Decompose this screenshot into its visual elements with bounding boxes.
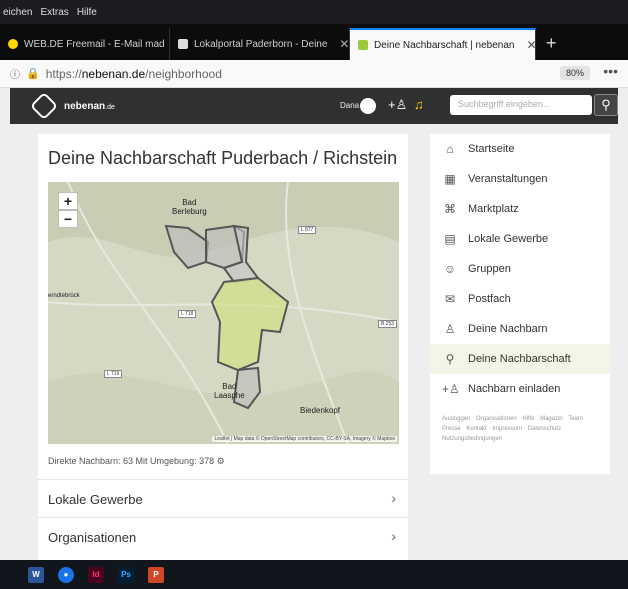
close-icon[interactable]: ✕ [526, 38, 535, 52]
map-attribution[interactable]: Leaflet | Map data © OpenStreetMap contr… [212, 436, 397, 442]
page-content: nebenan.de Dana +♙ ♫ Suchbegriff eingebe… [0, 88, 628, 560]
neighbor-stats: Direkte Nachbarn: 63 Mit Umgebung: 378 ⚙ [48, 456, 225, 466]
road-label: L 719 [104, 370, 123, 378]
sidebar-item-veranstaltungen[interactable]: ▦ Veranstaltungen [430, 164, 610, 194]
link-impressum[interactable]: Impressum [492, 426, 522, 432]
avatar[interactable] [360, 98, 376, 114]
tab-lokalportal[interactable]: Lokalportal Paderborn - Deine ✕ [170, 28, 350, 60]
site-header: nebenan.de Dana +♙ ♫ Suchbegriff eingebe… [10, 88, 618, 124]
sidebar-item-startseite[interactable]: ⌂ Startseite [430, 134, 610, 164]
sidebar-item-gruppen[interactable]: ☺ Gruppen [430, 254, 610, 284]
zoom-out-button[interactable]: − [58, 210, 78, 228]
neighborhood-map[interactable]: + − Bad Berleburg Bad Laasphe Biedenkopf e… [48, 182, 399, 444]
url-text[interactable]: https://nebenan.de/neighborhood [46, 67, 222, 81]
menu-item-help[interactable]: Hilfe [76, 7, 98, 18]
zoom-badge[interactable]: 80% [559, 66, 590, 80]
map-canvas [48, 182, 399, 444]
town-label-bad-laasphe: Bad Laasphe [214, 382, 245, 400]
lock-icon[interactable]: 🔒 [26, 67, 40, 80]
users-icon: ♙ [444, 322, 456, 336]
link-presse[interactable]: Presse [442, 426, 461, 432]
section-label: Lokale Gewerbe [48, 492, 143, 507]
link-datenschutz[interactable]: Datenschutz [528, 426, 561, 432]
shop-icon: ▤ [444, 232, 456, 246]
search-input[interactable]: Suchbegriff eingeben... [450, 95, 592, 115]
menu-bar: eichen Extras Hilfe [0, 0, 628, 24]
indesign-icon[interactable]: Id [88, 566, 104, 583]
search-button[interactable]: ⚲ [594, 94, 618, 116]
tab-bar: WEB.DE Freemail - E-Mail mad ✕ Lokalport… [0, 24, 628, 60]
gift-icon: ⌘ [444, 202, 456, 216]
page-title: Deine Nachbarschaft Puderbach / Richstei… [48, 148, 398, 168]
sidebar-item-deine-nachbarn[interactable]: ♙ Deine Nachbarn [430, 314, 610, 344]
sidebar-nav: ⌂ Startseite ▦ Veranstaltungen ⌘ Marktplatz… [430, 134, 610, 474]
link-team[interactable]: Team [568, 416, 583, 422]
close-icon[interactable]: ✕ [339, 37, 349, 51]
tab-webde[interactable]: WEB.DE Freemail - E-Mail mad ✕ [0, 28, 170, 60]
powerpoint-icon[interactable]: P [148, 566, 164, 583]
town-label-bad-berleburg: Bad Berleburg [172, 198, 207, 216]
sidebar-item-deine-nachbarschaft[interactable]: ⚲ Deine Nachbarschaft [430, 344, 610, 374]
logo-text: nebenan [64, 100, 106, 112]
home-icon: ⌂ [446, 142, 454, 156]
page-actions-icon[interactable]: ••• [603, 63, 618, 79]
user-name[interactable]: Dana [340, 101, 359, 110]
road-label: L 718 [178, 310, 197, 318]
menu-item-bookmarks[interactable]: eichen [2, 7, 33, 18]
tab-nebenan[interactable]: Deine Nachbarschaft | nebenan ✕ [350, 28, 536, 60]
invite-icon[interactable]: +♙ [388, 97, 407, 113]
thunderbird-icon[interactable]: ● [58, 566, 74, 583]
tab-label: Deine Nachbarschaft | nebenan [374, 39, 515, 51]
footer-links: Ausloggen Organisationen Hilfe Magazin T… [442, 414, 602, 444]
settings-icon[interactable]: ⚙ [217, 456, 225, 466]
menu-item-extras[interactable]: Extras [39, 7, 69, 18]
search-icon: ⚲ [601, 97, 611, 112]
bell-icon[interactable]: ♫ [414, 97, 424, 112]
nebenan-favicon-icon [358, 40, 368, 50]
link-kontakt[interactable]: Kontakt [466, 426, 486, 432]
link-magazin[interactable]: Magazin [540, 416, 563, 422]
logo-icon [29, 91, 59, 121]
webde-favicon-icon [8, 39, 18, 49]
road-label: B 253 [378, 320, 398, 328]
sidebar-item-postfach[interactable]: ✉ Postfach [430, 284, 610, 314]
section-lokale-gewerbe[interactable]: Lokale Gewerbe › [38, 479, 408, 517]
sidebar-item-marktplatz[interactable]: ⌘ Marktplatz [430, 194, 610, 224]
group-icon: ☺ [443, 262, 457, 276]
sidebar-item-lokale-gewerbe[interactable]: ▤ Lokale Gewerbe [430, 224, 610, 254]
mail-icon: ✉ [444, 292, 456, 306]
new-tab-button[interactable]: + [536, 33, 567, 60]
sidebar-item-nachbarn-einladen[interactable]: +♙ Nachbarn einladen [430, 374, 610, 404]
lokalportal-favicon-icon [178, 39, 188, 49]
chevron-right-icon: › [391, 490, 396, 506]
chevron-right-icon: › [391, 528, 396, 544]
link-nutzungsbedingungen[interactable]: Nutzungsbedingungen [442, 436, 502, 442]
link-hilfe[interactable]: Hilfe [522, 416, 534, 422]
town-label-biedenkopf: Biedenkopf [300, 406, 341, 415]
word-icon[interactable]: W [28, 566, 44, 583]
link-organisationen[interactable]: Organisationen [476, 416, 517, 422]
logo-tld: .de [105, 103, 115, 111]
invite-icon: +♙ [442, 382, 460, 396]
neighborhood-icon: ⚲ [445, 352, 455, 366]
link-ausloggen[interactable]: Ausloggen [442, 416, 470, 422]
info-icon[interactable]: ⓘ [10, 66, 20, 81]
tab-label: WEB.DE Freemail - E-Mail mad [24, 38, 165, 50]
section-label: Organisationen [48, 530, 137, 545]
road-label: L 877 [298, 226, 317, 234]
calendar-icon: ▦ [444, 172, 456, 186]
section-organisationen[interactable]: Organisationen › [38, 517, 408, 555]
tab-label: Lokalportal Paderborn - Deine [194, 38, 328, 50]
taskbar: W ● Id Ps P [0, 560, 628, 589]
zoom-in-button[interactable]: + [58, 192, 78, 210]
photoshop-icon[interactable]: Ps [118, 566, 134, 583]
town-label-erndtebrueck: erndtebrück [48, 293, 80, 299]
neighborhood-card: Deine Nachbarschaft Puderbach / Richstei… [38, 134, 408, 560]
address-bar[interactable]: ⓘ 🔒 https://nebenan.de/neighborhood 80% … [0, 60, 628, 88]
site-logo[interactable]: nebenan.de [29, 91, 115, 121]
